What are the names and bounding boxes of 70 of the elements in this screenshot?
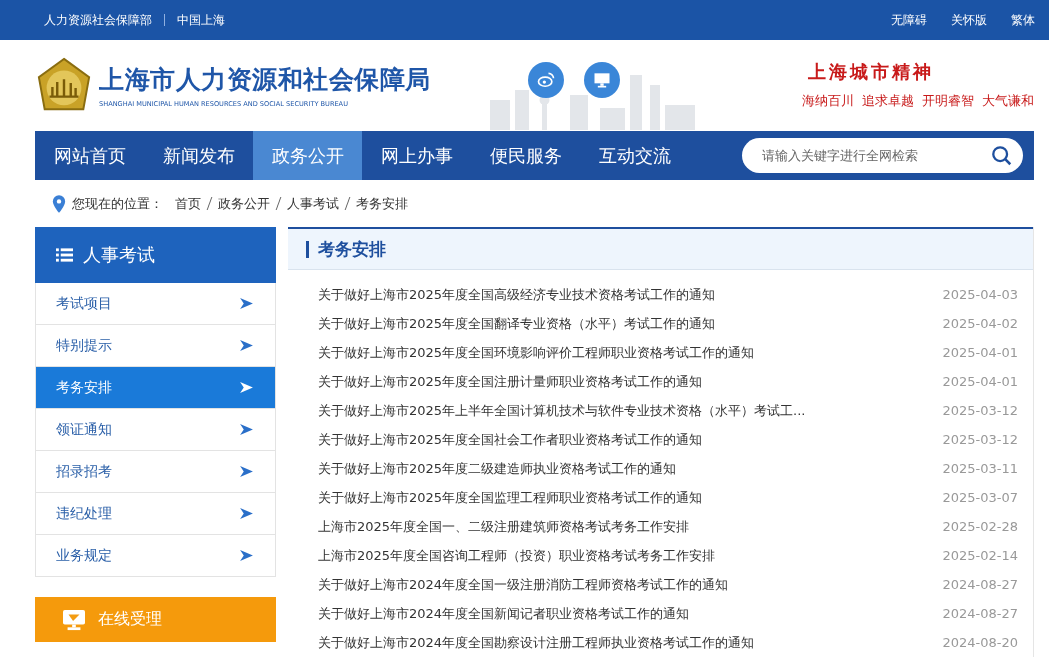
article-link[interactable]: 关于做好上海市2025年度全国环境影响评价工程师职业资格考试工作的通知	[318, 343, 755, 362]
arrow-icon	[240, 424, 253, 435]
article-link[interactable]: 关于做好上海市2025年度全国监理工程师职业资格考试工作的通知	[318, 488, 703, 507]
article-link[interactable]: 关于做好上海市2025年度全国翻译专业资格（水平）考试工作的通知	[318, 314, 716, 333]
article-link[interactable]: 上海市2025年度全国咨询工程师（投资）职业资格考试考务工作安排	[318, 546, 716, 565]
article-date: 2025-03-12	[942, 432, 1018, 447]
search-icon[interactable]	[991, 145, 1013, 167]
arrow-icon	[240, 466, 253, 477]
top-link[interactable]: 人力资源社会保障部	[44, 11, 152, 29]
nav-tab[interactable]: 网站首页	[35, 131, 144, 180]
nav-tab[interactable]: 政务公开	[253, 131, 362, 180]
article-link[interactable]: 关于做好上海市2024年度全国勘察设计注册工程师执业资格考试工作的通知	[318, 633, 755, 652]
nav-tab[interactable]: 便民服务	[471, 131, 580, 180]
article-date: 2024-08-27	[942, 606, 1018, 621]
sidebar-item[interactable]: 业务规定	[36, 534, 275, 576]
article-date: 2025-04-01	[942, 374, 1018, 389]
slogan-text: 开明睿智	[922, 92, 974, 110]
slogan-title: 上海城市精神	[807, 60, 935, 84]
article-link[interactable]: 关于做好上海市2024年度全国新闻记者职业资格考试工作的通知	[318, 604, 690, 623]
arrow-icon	[240, 298, 253, 309]
article-link[interactable]: 关于做好上海市2025年度二级建造师执业资格考试工作的通知	[318, 459, 677, 478]
article-link[interactable]: 关于做好上海市2025年度全国高级经济专业技术资格考试工作的通知	[318, 285, 716, 304]
article-date: 2025-04-03	[942, 287, 1018, 302]
sidebar-item[interactable]: 考试项目	[36, 283, 275, 324]
monitor-icon	[62, 608, 86, 631]
article-link[interactable]: 关于做好上海市2025年上半年全国计算机技术与软件专业技术资格（水平）考试工...	[318, 401, 806, 420]
sidebar-item[interactable]: 考务安排	[36, 366, 275, 408]
article-link[interactable]: 关于做好上海市2024年度全国一级注册消防工程师资格考试工作的通知	[318, 575, 729, 594]
arrow-icon	[240, 508, 253, 519]
breadcrumb-link[interactable]: 首页	[175, 194, 201, 213]
monitor-icon[interactable]	[584, 62, 620, 98]
article-date: 2025-04-02	[942, 316, 1018, 331]
article-date: 2025-02-14	[942, 548, 1018, 563]
section-title: 考务安排	[318, 237, 386, 261]
arrow-icon	[240, 382, 253, 393]
list-icon	[56, 248, 73, 262]
site-title: 上海市人力资源和社会保障局	[99, 63, 431, 96]
slogan-text: 海纳百川	[802, 92, 854, 110]
slogan-text: 追求卓越	[862, 92, 914, 110]
breadcrumb-label: 您现在的位置：	[72, 194, 163, 213]
article-link[interactable]: 关于做好上海市2025年度全国社会工作者职业资格考试工作的通知	[318, 430, 703, 449]
sidebar-item[interactable]: 违纪处理	[36, 492, 275, 534]
article-date: 2024-08-20	[942, 635, 1018, 650]
article-date: 2025-03-07	[942, 490, 1018, 505]
arrow-icon	[240, 340, 253, 351]
slogan-text: 大气谦和	[982, 92, 1034, 110]
weibo-icon[interactable]	[528, 62, 564, 98]
nav-tab[interactable]: 新闻发布	[144, 131, 253, 180]
top-link[interactable]: 无障碍	[891, 11, 927, 29]
article-link[interactable]: 上海市2025年度全国一、二级注册建筑师资格考试考务工作安排	[318, 517, 690, 536]
article-date: 2025-03-11	[942, 461, 1018, 476]
breadcrumb-link[interactable]: 政务公开	[218, 194, 270, 213]
location-pin-icon	[52, 194, 66, 213]
nav-tab[interactable]: 网上办事	[362, 131, 471, 180]
sidebar-title: 人事考试	[83, 243, 155, 267]
arrow-icon	[240, 550, 253, 561]
article-date: 2024-08-27	[942, 577, 1018, 592]
top-link[interactable]: 关怀版	[951, 11, 987, 29]
top-link[interactable]: 繁体	[1011, 11, 1035, 29]
sidebar-item[interactable]: 领证通知	[36, 408, 275, 450]
search-field[interactable]: 请输入关键字进行全网检索	[742, 138, 1023, 173]
article-date: 2025-03-12	[942, 403, 1018, 418]
sidebar-item[interactable]: 招录招考	[36, 450, 275, 492]
article-date: 2025-02-28	[942, 519, 1018, 534]
article-date: 2025-04-01	[942, 345, 1018, 360]
top-link[interactable]: 中国上海	[177, 11, 225, 29]
breadcrumb-link[interactable]: 考务安排	[356, 194, 408, 213]
nav-tab[interactable]: 互动交流	[580, 131, 689, 180]
article-link[interactable]: 关于做好上海市2025年度全国注册计量师职业资格考试工作的通知	[318, 372, 703, 391]
breadcrumb-link[interactable]: 人事考试	[287, 194, 339, 213]
